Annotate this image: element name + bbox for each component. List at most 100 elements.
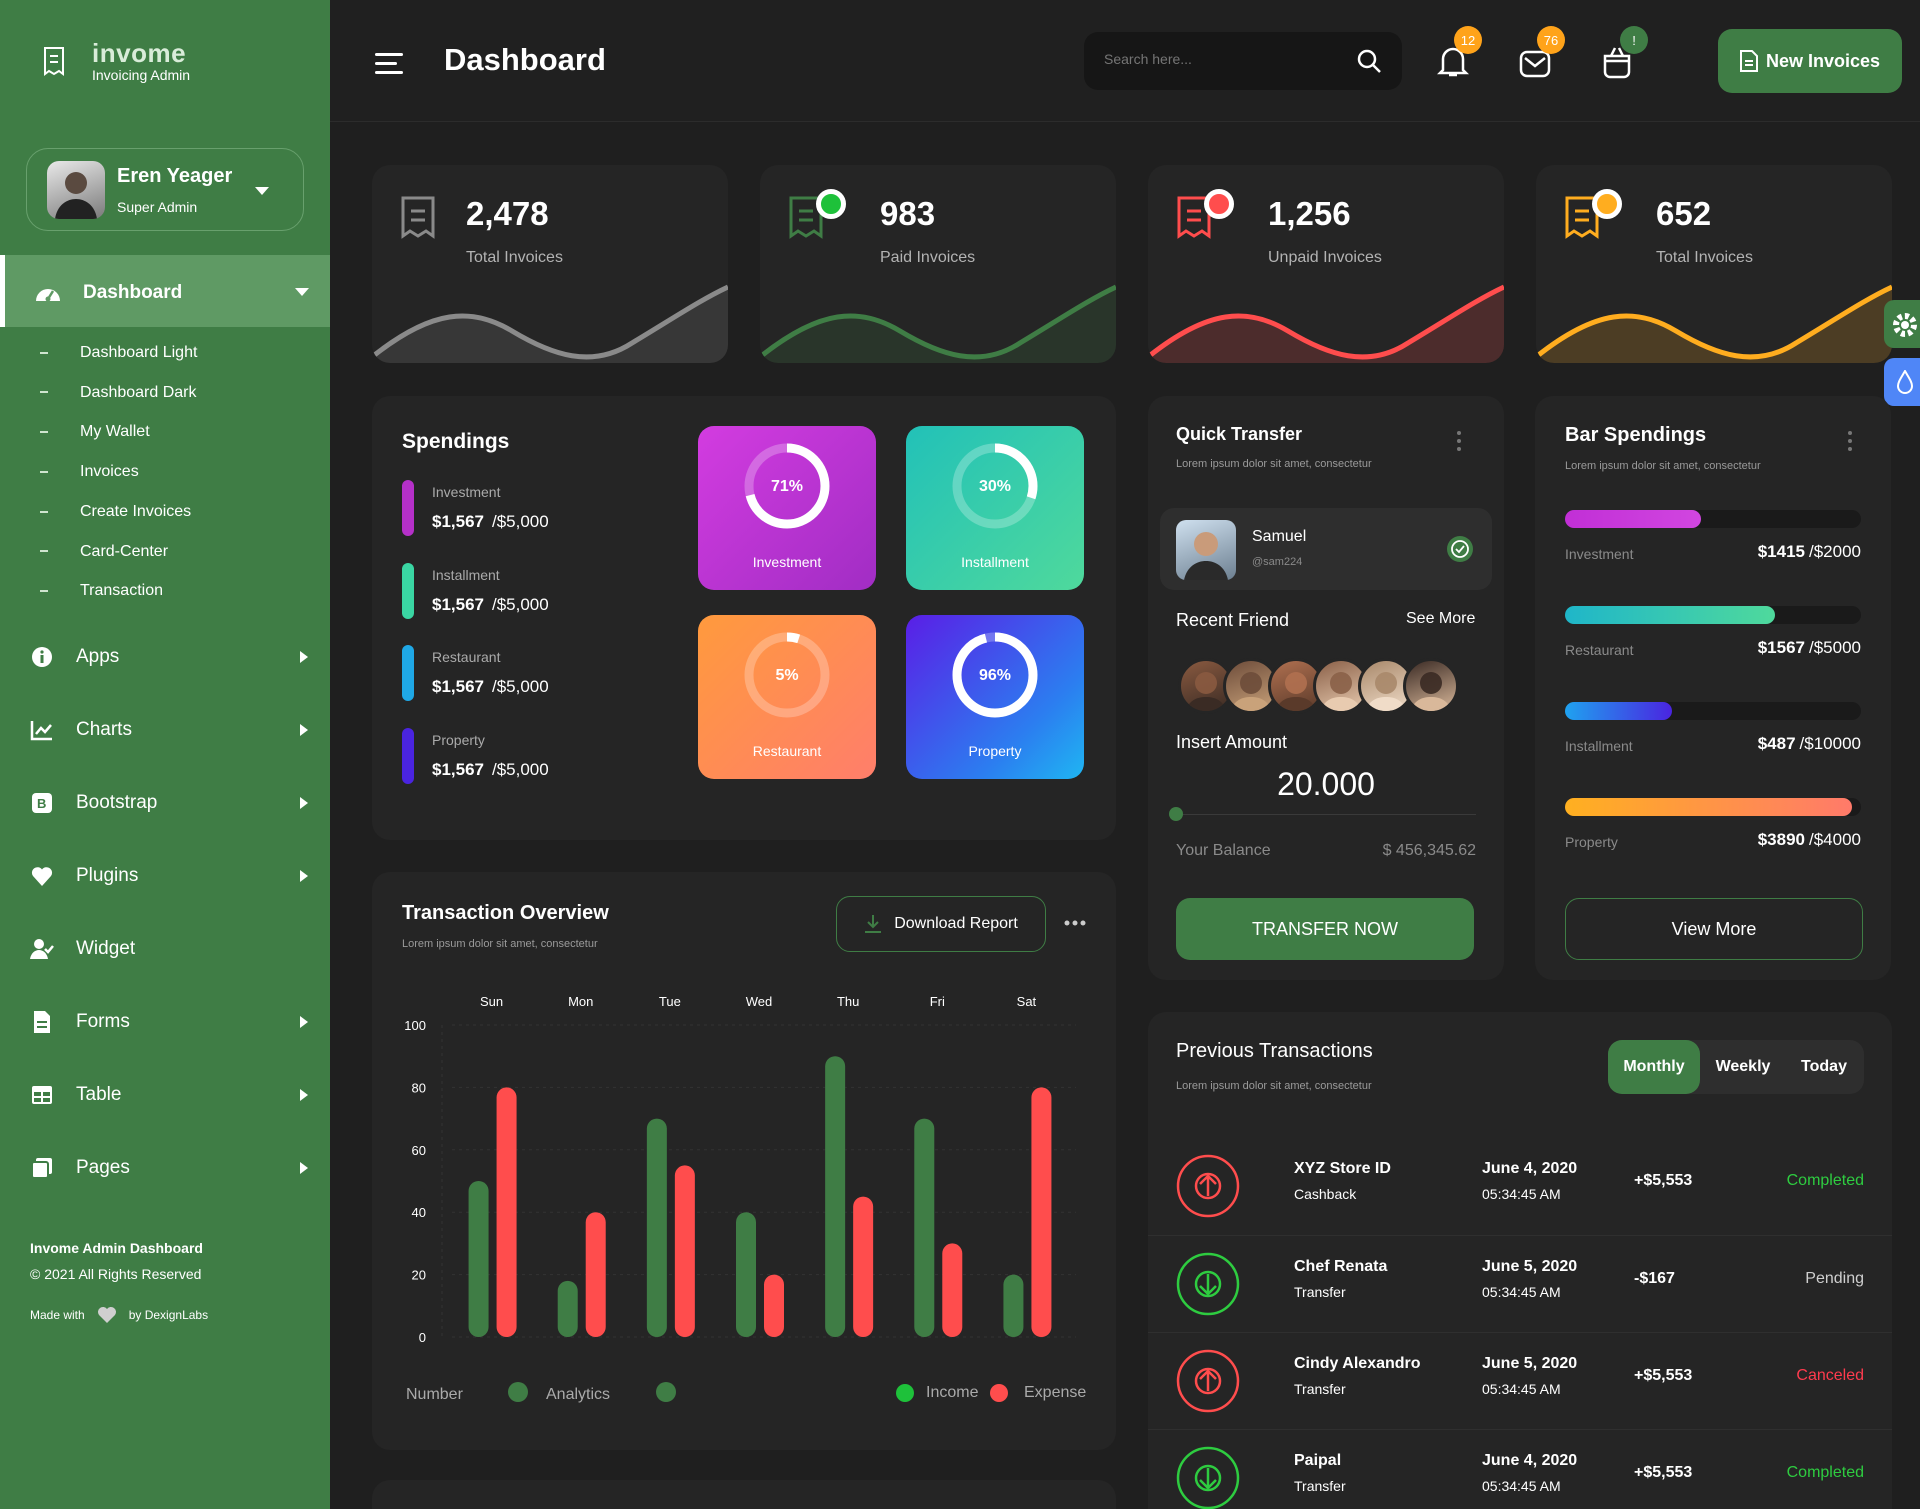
more-vertical-icon[interactable] (1847, 430, 1853, 452)
donut-percent: 5% (775, 667, 799, 684)
tab-today[interactable]: Today (1786, 1040, 1862, 1094)
transaction-row[interactable]: XYZ Store ID Cashback June 4, 2020 05:34:45… (1148, 1138, 1892, 1235)
user-profile[interactable]: Eren Yeager Super Admin (26, 148, 304, 231)
bar-expense (1031, 1087, 1052, 1337)
spending-value: $1,567 (432, 512, 484, 531)
more-vertical-icon[interactable] (1456, 430, 1462, 452)
document-icon (34, 1011, 50, 1033)
new-invoices-button[interactable]: New Invoices (1718, 29, 1902, 93)
search-icon[interactable] (1356, 48, 1382, 74)
sidebar-item-bootstrap[interactable]: B Bootstrap (30, 783, 320, 823)
spending-tile[interactable]: 5% Restaurant (698, 615, 876, 779)
friend-avatar[interactable] (1403, 658, 1459, 714)
x-tick-label: Wed (746, 994, 773, 1009)
status-dot (1204, 189, 1234, 219)
bar-spendings-title: Bar Spendings (1565, 424, 1707, 446)
spending-name: Installment (432, 566, 500, 583)
transaction-row[interactable]: Cindy Alexandro Transfer June 5, 2020 05:34… (1148, 1332, 1892, 1429)
stat-wave (372, 284, 728, 363)
contact-card[interactable]: Samuel @sam224 (1160, 508, 1492, 590)
sidebar-item-plugins[interactable]: Plugins (30, 856, 320, 896)
hamburger-menu-icon[interactable] (375, 52, 403, 74)
check-circle-icon (1447, 536, 1473, 562)
transaction-date: June 5, 2020 (1482, 1355, 1578, 1372)
arrow-down-circle-icon (1176, 1252, 1240, 1316)
sidebar-item-pages[interactable]: Pages (30, 1148, 320, 1188)
spending-tile[interactable]: 30% Installment (906, 426, 1084, 590)
see-more-link[interactable]: See More (1406, 610, 1475, 628)
sidebar-item-charts[interactable]: Charts (30, 710, 320, 750)
sidebar-item-dashboard[interactable]: Dashboard (0, 255, 330, 327)
spending-color-bar (402, 562, 414, 619)
submenu-item[interactable]: Dashboard Dark (40, 384, 197, 402)
submenu-dash (40, 391, 48, 394)
transaction-row[interactable]: Chef Renata Transfer June 5, 2020 05:34:45 … (1148, 1235, 1892, 1332)
transaction-overview-panel: Transaction Overview Lorem ipsum dolor s… (372, 872, 1116, 1450)
transaction-name: Cindy Alexandro (1294, 1355, 1421, 1372)
status-dot (1592, 189, 1622, 219)
more-horizontal-icon[interactable] (1064, 920, 1086, 926)
contact-avatar (1176, 520, 1236, 580)
submenu-item[interactable]: Card-Center (40, 543, 168, 561)
sidebar-item-forms[interactable]: Forms (30, 1002, 320, 1042)
bar-spending-amount: $1415/$2000 (1685, 542, 1861, 562)
period-tabs: Monthly Weekly Today (1608, 1040, 1864, 1094)
bar-income (914, 1118, 935, 1337)
sidebar-item-table[interactable]: Table (30, 1075, 320, 1115)
new-invoices-label: New Invoices (1765, 50, 1881, 71)
invoice-logo-icon (44, 47, 64, 76)
sidebar: invome Invoicing Admin Eren Yeager Super… (0, 0, 330, 1509)
submenu-item[interactable]: Create Invoices (40, 503, 191, 521)
search-input[interactable] (1104, 51, 1344, 67)
transaction-time: 05:34:45 AM (1482, 1186, 1561, 1202)
transaction-row[interactable]: Paipal Transfer June 4, 2020 05:34:45 AM +$5… (1148, 1429, 1892, 1509)
legend-analytics: Analytics (546, 1386, 611, 1403)
heart-icon (31, 867, 53, 886)
bar-spending-value: $1567 (1757, 638, 1805, 657)
sidebar-item-label: Bootstrap (76, 792, 158, 813)
submenu-item[interactable]: Transaction (40, 582, 163, 600)
quick-transfer-panel: Quick Transfer Lorem ipsum dolor sit ame… (1148, 396, 1504, 980)
view-more-button[interactable]: View More (1565, 898, 1863, 960)
settings-button[interactable] (1884, 300, 1920, 348)
transfer-now-button[interactable]: TRANSFER NOW (1176, 898, 1474, 960)
next-panel (372, 1480, 1116, 1509)
x-tick-label: Sat (1017, 994, 1037, 1009)
sidebar-item-label: Dashboard (83, 282, 183, 303)
footer-title: Invome Admin Dashboard (30, 1240, 203, 1256)
brand-name[interactable]: invome (92, 38, 186, 69)
spending-tile[interactable]: 96% Property (906, 615, 1084, 779)
recent-friend-label: Recent Friend (1176, 610, 1290, 630)
donut-label: Installment (961, 554, 1029, 570)
download-report-button[interactable]: Download Report (836, 896, 1046, 952)
stat-value: 652 (1656, 195, 1712, 232)
stat-wave (760, 284, 1116, 363)
sidebar-item-widget[interactable]: Widget (30, 929, 320, 969)
spending-tile[interactable]: 71% Investment (698, 426, 876, 590)
amount-slider-handle[interactable] (1169, 807, 1183, 821)
insert-amount-label: Insert Amount (1176, 732, 1288, 752)
sidebar-item-apps[interactable]: Apps (30, 637, 320, 677)
amount-value[interactable]: 20.000 (1148, 766, 1504, 803)
theme-button[interactable] (1884, 358, 1920, 406)
legend-income-dot (896, 1384, 914, 1402)
transaction-name: Paipal (1294, 1452, 1342, 1469)
tab-weekly[interactable]: Weekly (1700, 1040, 1786, 1094)
submenu-item[interactable]: Dashboard Light (40, 344, 197, 362)
chevron-down-icon[interactable] (255, 187, 269, 195)
status-badge: Canceled (1796, 1367, 1864, 1384)
spending-amount: $1,567 /$5,000 (432, 677, 549, 697)
submenu-item[interactable]: My Wallet (40, 423, 150, 441)
legend-number: Number (406, 1386, 463, 1403)
stat-card: 2,478 Total Invoices (372, 165, 728, 363)
tab-monthly[interactable]: Monthly (1608, 1040, 1700, 1094)
page-title: Dashboard (444, 42, 606, 77)
transaction-date: June 4, 2020 (1482, 1452, 1578, 1469)
contact-name: Samuel (1252, 528, 1307, 545)
submenu-item[interactable]: Invoices (40, 463, 139, 481)
bar-income (468, 1181, 489, 1337)
submenu-dash (40, 470, 48, 473)
balance-label: Your Balance (1176, 842, 1271, 859)
gear-icon (1893, 313, 1917, 337)
donut-label: Investment (752, 554, 822, 570)
